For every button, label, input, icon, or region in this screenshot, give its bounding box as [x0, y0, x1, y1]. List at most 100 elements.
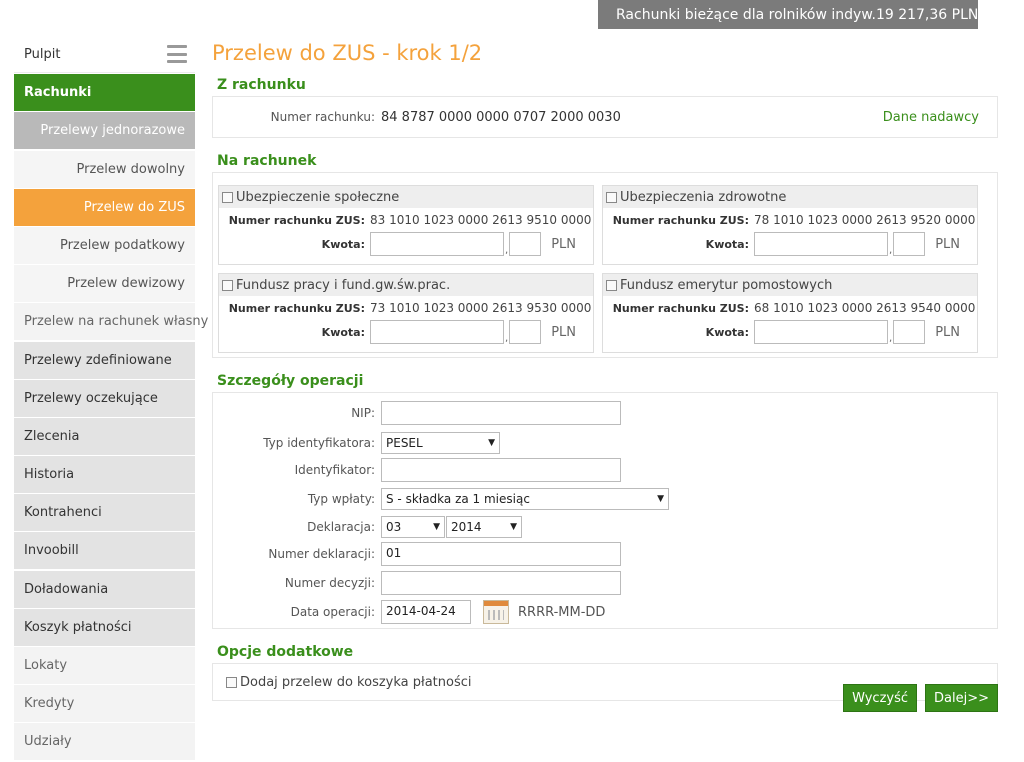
- zus-box-bridge-pension-fund: Fundusz emerytur pomostowych Numer rachu…: [602, 273, 978, 353]
- sidebar-item-label: Przelew na rachunek własny: [24, 314, 209, 330]
- decision-number-label: Numer decyzji:: [284, 576, 375, 590]
- declaration-number-label: Numer deklaracji:: [268, 547, 375, 561]
- id-type-value: PESEL: [386, 436, 423, 450]
- source-account-label: Numer rachunku:: [270, 110, 375, 124]
- menu-icon[interactable]: [167, 45, 187, 63]
- sidebar-item-przelew-podatkowy[interactable]: Przelew podatkowy: [14, 226, 195, 264]
- zus-account-number: 73 1010 1023 0000 2613 9530 0000: [370, 301, 592, 315]
- decimal-separator: ,: [889, 333, 893, 344]
- sidebar-item-przelewy-jednorazowe[interactable]: Przelewy jednorazowe: [14, 112, 195, 150]
- identifier-label: Identyfikator:: [294, 463, 375, 477]
- amount-decimal-input[interactable]: [509, 232, 542, 256]
- section-title-szczegoly: Szczegóły operacji: [217, 373, 364, 389]
- sidebar-item-zlecenia[interactable]: Zlecenia: [14, 417, 195, 455]
- sidebar-item-przelewy-oczekujace[interactable]: Przelewy oczekujące: [14, 379, 195, 417]
- decision-number-input[interactable]: [381, 571, 621, 595]
- sidebar-item-kredyty[interactable]: Kredyty: [14, 685, 195, 723]
- operation-date-input[interactable]: 2014-04-24: [381, 600, 471, 624]
- zus-account-number: 83 1010 1023 0000 2613 9510 0000: [370, 213, 592, 227]
- sidebar-nav: Pulpit Rachunki Przelewy jednorazowe Prz…: [14, 36, 208, 762]
- social-insurance-checkbox[interactable]: [222, 191, 233, 203]
- nip-label: NIP:: [351, 406, 375, 420]
- amount-integer-input[interactable]: [754, 320, 888, 344]
- sidebar-item-udzialy[interactable]: Udziały: [14, 723, 195, 761]
- labour-fund-checkbox[interactable]: [222, 279, 233, 291]
- identifier-input[interactable]: [381, 458, 621, 482]
- amount-label: Kwota:: [321, 325, 365, 339]
- sidebar-item-doladowania[interactable]: Doładowania: [14, 570, 195, 608]
- add-to-basket-checkbox[interactable]: [226, 676, 237, 688]
- zus-box-title: Fundusz emerytur pomostowych: [620, 277, 833, 293]
- amount-integer-input[interactable]: [370, 320, 504, 344]
- decimal-separator: ,: [505, 245, 509, 256]
- sidebar-item-label: Koszyk płatności: [24, 619, 132, 635]
- sidebar-item-przelew-wlasny[interactable]: Przelew na rachunek własny: [14, 303, 208, 341]
- amount-integer-input[interactable]: [370, 232, 504, 256]
- sidebar-item-rachunki[interactable]: Rachunki: [14, 74, 195, 112]
- main-content: Przelew do ZUS - krok 1/2 Z rachunku Num…: [212, 36, 998, 701]
- declaration-month-select[interactable]: 03 ▼: [381, 516, 445, 538]
- sidebar-item-label: Kredyty: [24, 696, 75, 712]
- declaration-label: Deklaracja:: [307, 520, 375, 534]
- amount-integer-input[interactable]: [754, 232, 888, 256]
- sidebar-item-pulpit[interactable]: Pulpit: [14, 36, 195, 73]
- sidebar-item-lokaty[interactable]: Lokaty: [14, 647, 195, 684]
- sender-details-link[interactable]: Dane nadawcy: [883, 110, 979, 125]
- sidebar-item-label: Doładowania: [24, 581, 109, 597]
- amount-label: Kwota:: [705, 237, 749, 251]
- zus-account-label: Numer rachunku ZUS:: [228, 301, 365, 315]
- zus-account-number: 78 1010 1023 0000 2613 9520 0000: [754, 213, 976, 227]
- payment-type-select[interactable]: S - składka za 1 miesiąc ▼: [381, 488, 669, 510]
- zus-box-header: Ubezpieczenie społeczne: [219, 186, 593, 208]
- amount-decimal-input[interactable]: [893, 232, 926, 256]
- sidebar-item-historia[interactable]: Historia: [14, 456, 195, 494]
- zus-account-row: Numer rachunku ZUS: 78 1010 1023 0000 26…: [603, 208, 977, 232]
- calendar-icon[interactable]: [483, 600, 509, 624]
- sidebar-item-label: Udziały: [24, 734, 72, 750]
- amount-label: Kwota:: [705, 325, 749, 339]
- section-title-z-rachunku: Z rachunku: [217, 77, 306, 93]
- sidebar-item-label: Invoobill: [24, 543, 79, 559]
- date-format-hint: RRRR-MM-DD: [518, 604, 606, 620]
- sidebar-item-przelewy-zdefiniowane[interactable]: Przelewy zdefiniowane: [14, 341, 195, 379]
- operation-date-label: Data operacji:: [290, 605, 375, 619]
- declaration-number-input[interactable]: 01: [381, 542, 621, 566]
- declaration-year-select[interactable]: 2014 ▼: [446, 516, 522, 538]
- source-account-number: 84 8787 0000 0000 0707 2000 0030: [381, 109, 621, 125]
- currency-label: PLN: [935, 324, 960, 340]
- dropdown-arrow-icon: ▼: [510, 522, 517, 532]
- amount-decimal-input[interactable]: [893, 320, 926, 344]
- identifier-row: Identyfikator:: [213, 458, 621, 482]
- declaration-number-row: Numer deklaracji: 01: [213, 542, 621, 566]
- zus-account-row: Numer rachunku ZUS: 83 1010 1023 0000 26…: [219, 208, 593, 232]
- health-insurance-checkbox[interactable]: [606, 191, 617, 203]
- sidebar-item-label: Przelewy jednorazowe: [40, 123, 185, 139]
- amount-decimal-input[interactable]: [509, 320, 542, 344]
- source-account-panel: Numer rachunku: 84 8787 0000 0000 0707 2…: [212, 96, 998, 138]
- account-name: Rachunki bieżące dla rolników indyw.: [616, 6, 876, 23]
- sidebar-item-przelew-dowolny[interactable]: Przelew dowolny: [14, 150, 195, 188]
- sidebar-item-label: Lokaty: [24, 658, 68, 673]
- zus-box-social-insurance: Ubezpieczenie społeczne Numer rachunku Z…: [218, 185, 594, 265]
- account-balance-bar[interactable]: Rachunki bieżące dla rolników indyw. 19 …: [598, 0, 978, 29]
- id-type-row: Typ identyfikatora: PESEL ▼: [213, 431, 500, 455]
- clear-button[interactable]: Wyczyść: [843, 684, 918, 712]
- dropdown-arrow-icon: ▼: [657, 494, 664, 504]
- next-button[interactable]: Dalej>>: [925, 684, 998, 712]
- currency-label: PLN: [551, 324, 576, 340]
- nip-input[interactable]: [381, 401, 621, 425]
- sidebar-item-kontrahenci[interactable]: Kontrahenci: [14, 494, 195, 532]
- sidebar-item-label: Przelew dewizowy: [67, 276, 185, 292]
- zus-box-header: Ubezpieczenia zdrowotne: [603, 186, 977, 208]
- sidebar-item-przelew-do-zus[interactable]: Przelew do ZUS: [14, 188, 195, 226]
- declaration-year-value: 2014: [451, 520, 482, 534]
- bridge-pension-checkbox[interactable]: [606, 279, 617, 291]
- zus-box-title: Fundusz pracy i fund.gw.św.prac.: [236, 277, 451, 293]
- sidebar-item-przelew-dewizowy[interactable]: Przelew dewizowy: [14, 265, 195, 303]
- sidebar-item-koszyk-platnosci[interactable]: Koszyk płatności: [14, 608, 195, 646]
- sidebar-item-invoobill[interactable]: Invoobill: [14, 532, 195, 570]
- currency-label: PLN: [551, 236, 576, 252]
- currency-label: PLN: [935, 236, 960, 252]
- id-type-select[interactable]: PESEL ▼: [381, 432, 500, 454]
- id-type-label: Typ identyfikatora:: [263, 436, 375, 450]
